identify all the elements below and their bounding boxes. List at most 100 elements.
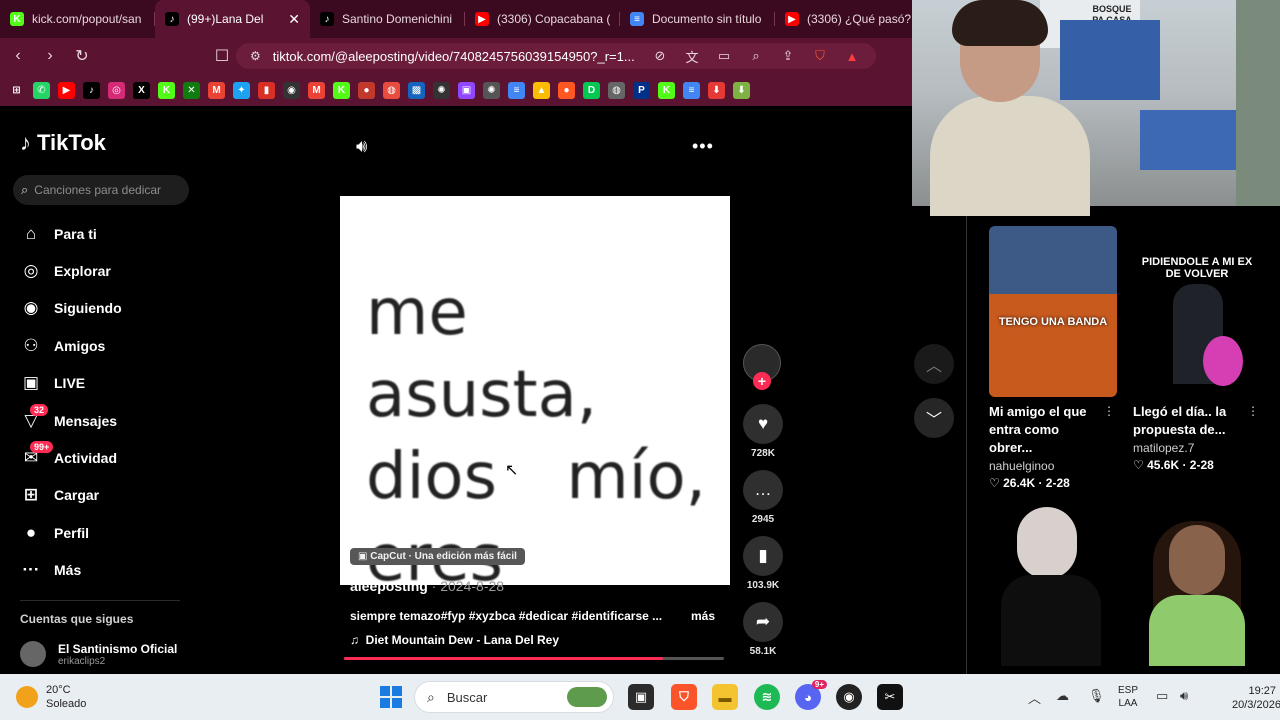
more-options-icon[interactable]: •••	[692, 136, 714, 157]
brave-rewards-icon[interactable]: ▲	[842, 46, 862, 66]
sidebar-item-live[interactable]: ▣ LIVE	[18, 365, 198, 402]
sidebar-item-perfil[interactable]: ● Perfil	[18, 514, 198, 551]
system-clock[interactable]: 19:27 20/3/2026	[1232, 684, 1280, 712]
sidebar-item-siguiendo[interactable]: ◉ Siguiendo	[18, 290, 198, 327]
microphone-icon[interactable]: 🎙︎	[1088, 688, 1105, 704]
reload-icon[interactable]: ↻	[68, 42, 96, 70]
red-icon[interactable]: ◍	[383, 81, 400, 99]
card-more-icon[interactable]: ⋮	[1247, 404, 1259, 418]
volume-icon[interactable]: 🔊︎	[356, 136, 367, 157]
no-translate-icon[interactable]: ⊘	[650, 46, 670, 66]
video-thumbnail[interactable]: TENGO UNA BANDA	[989, 226, 1117, 397]
stats-icon[interactable]: ▮	[258, 81, 275, 99]
save-button[interactable]: ▮ 103.9K	[742, 536, 784, 591]
browser-tab[interactable]: ♪ Santino Domenichini	[310, 0, 465, 38]
close-tab-icon[interactable]: ✕	[288, 11, 300, 28]
download-icon-2[interactable]: ⬇	[733, 81, 750, 99]
browser-tab[interactable]: Kkick.com/popout/san	[0, 0, 155, 38]
search-input[interactable]: ⌕ Canciones para dedicar	[13, 175, 189, 205]
pin-icon[interactable]: ●	[358, 81, 375, 99]
card-more-icon[interactable]: ⋮	[1103, 404, 1115, 418]
file-explorer-icon[interactable]: ▬	[712, 684, 738, 710]
taskbar-search[interactable]: ⌕ Buscar	[414, 681, 614, 713]
drive-icon[interactable]: ▲	[533, 81, 550, 99]
bookmark-icon[interactable]: ☐	[208, 42, 236, 70]
tiktok-icon[interactable]: ♪	[83, 81, 100, 99]
chatgpt-icon[interactable]: ✺	[433, 81, 450, 99]
browser-tab[interactable]: ▶ (3306) Copacabana (A	[465, 0, 620, 38]
red-dot-icon[interactable]: ●	[558, 81, 575, 99]
task-view-icon[interactable]: ▣	[628, 684, 654, 710]
twitch-icon[interactable]: ▣	[458, 81, 475, 99]
video-author[interactable]: aleeposting · 2024-8-28	[350, 578, 504, 594]
capcut-badge[interactable]: ▣ CapCut · Una edición más fácil	[350, 548, 525, 565]
tray-cloud-icon[interactable]: ☁	[1056, 688, 1069, 704]
x-icon[interactable]: X	[133, 81, 150, 99]
capcut-icon[interactable]: ✂	[877, 684, 903, 710]
sidebar-item-para-ti[interactable]: ⌂ Para ti	[18, 215, 198, 252]
kick-icon-2[interactable]: K	[333, 81, 350, 99]
download-icon[interactable]: ⬇	[708, 81, 725, 99]
apps-icon[interactable]: ⊞	[8, 81, 25, 99]
weather-widget[interactable]: 20°C Soleado	[16, 683, 86, 711]
video-player[interactable]: me asusta, dios mío, eres divino ▣ CapCu…	[340, 196, 730, 585]
recommended-video-card[interactable]	[1133, 495, 1261, 666]
cast-icon[interactable]: ▭	[714, 46, 734, 66]
box-icon[interactable]: ▩	[408, 81, 425, 99]
like-button[interactable]: ♥ 728K	[742, 404, 784, 459]
sidebar-item-más[interactable]: ··· Más	[18, 552, 198, 589]
docs-icon-2[interactable]: ≡	[683, 81, 700, 99]
xbox-icon[interactable]: ✕	[183, 81, 200, 99]
brave-shield-icon[interactable]: ⛉	[810, 46, 830, 66]
next-video-button[interactable]: ﹀	[914, 398, 954, 438]
chatgpt-icon-2[interactable]: ✺	[483, 81, 500, 99]
start-button[interactable]	[380, 686, 402, 708]
tool-icon[interactable]: ✦	[233, 81, 250, 99]
follow-plus-icon[interactable]: +	[753, 372, 771, 390]
brave-icon[interactable]: ⛉	[671, 684, 697, 710]
d-icon[interactable]: D	[583, 81, 600, 99]
forward-icon[interactable]: ›	[36, 42, 64, 70]
spotify-icon[interactable]: ≋	[754, 684, 780, 710]
browser-tab[interactable]: ≡ Documento sin título	[620, 0, 775, 38]
back-icon[interactable]: ‹	[4, 42, 32, 70]
translate-icon[interactable]: 文	[682, 46, 702, 66]
whatsapp-icon[interactable]: ✆	[33, 81, 50, 99]
network-icon[interactable]: ▭	[1156, 688, 1168, 704]
more-link[interactable]: más	[691, 609, 715, 623]
video-thumbnail[interactable]	[989, 495, 1117, 666]
sidebar-item-cargar[interactable]: ⊞ Cargar	[18, 477, 198, 514]
speaker-icon[interactable]: 🔊︎	[1180, 688, 1188, 704]
share-button[interactable]: ➦ 58.1K	[742, 602, 784, 657]
following-account[interactable]: El Santinismo Oficial erikaclips2	[20, 641, 177, 667]
browser-tab[interactable]: ▶ (3306) ¿Qué pasó?	[775, 0, 930, 38]
paypal-icon[interactable]: P	[633, 81, 650, 99]
video-music[interactable]: ♫ Diet Mountain Dew - Lana Del Rey	[350, 633, 559, 647]
kick-icon[interactable]: K	[158, 81, 175, 99]
instagram-icon[interactable]: ◎	[108, 81, 125, 99]
globe-icon[interactable]: ◍	[608, 81, 625, 99]
video-progress[interactable]	[344, 657, 724, 660]
gmail-icon-2[interactable]: M	[308, 81, 325, 99]
share-icon[interactable]: ⇪	[778, 46, 798, 66]
gmail-icon[interactable]: M	[208, 81, 225, 99]
github-icon[interactable]: ◉	[283, 81, 300, 99]
discord-icon[interactable]: ◕ 9+	[795, 680, 827, 710]
kick-icon-3[interactable]: K	[658, 81, 675, 99]
tiktok-logo[interactable]: ♪ TikTok	[20, 130, 106, 156]
tray-chevron-icon[interactable]: ︿	[1028, 688, 1041, 707]
obs-icon[interactable]: ◉	[836, 684, 862, 710]
docs-icon[interactable]: ≡	[508, 81, 525, 99]
previous-video-button[interactable]: ︿	[914, 344, 954, 384]
browser-tab[interactable]: ♪ (99+)Lana Del ✕	[155, 0, 310, 38]
zoom-icon[interactable]: ⌕	[746, 46, 766, 66]
youtube-icon[interactable]: ▶	[58, 81, 75, 99]
recommended-video-card[interactable]	[989, 495, 1117, 666]
recommended-video-card[interactable]: TENGO UNA BANDA ⋮ Mi amigo el que entra …	[989, 226, 1117, 490]
sidebar-item-mensajes[interactable]: ▽ 32 Mensajes	[18, 402, 198, 439]
sidebar-item-amigos[interactable]: ⚇ Amigos	[18, 327, 198, 364]
site-info-icon[interactable]: ⚙	[250, 49, 261, 63]
sidebar-item-actividad[interactable]: ✉ 99+ Actividad	[18, 439, 198, 476]
recommended-video-card[interactable]: PIDIENDOLE A MI EX DE VOLVER ⋮ Llegó el …	[1133, 226, 1261, 472]
sidebar-item-explorar[interactable]: ◎ Explorar	[18, 252, 198, 289]
